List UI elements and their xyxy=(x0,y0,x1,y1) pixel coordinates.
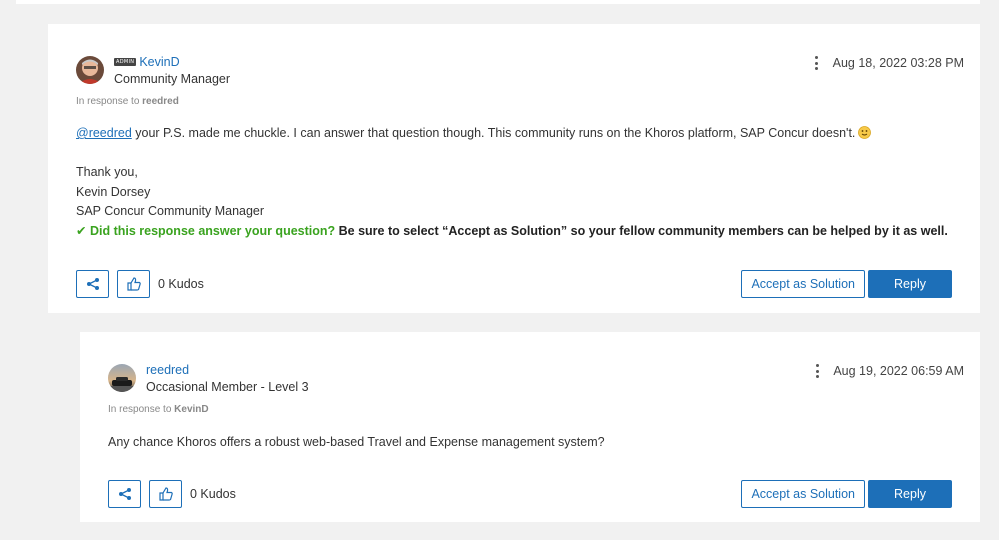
in-response-user[interactable]: KevinD xyxy=(174,404,208,415)
accept-as-solution-button[interactable]: Accept as Solution xyxy=(741,270,865,298)
share-icon xyxy=(118,488,131,500)
smiley-icon xyxy=(858,126,872,139)
share-icon xyxy=(86,278,99,290)
thumbs-up-icon xyxy=(126,277,141,291)
signature-title: SAP Concur Community Manager xyxy=(76,204,265,218)
in-response-user[interactable]: reedred xyxy=(142,96,179,107)
accept-solution-note: ✔ Did this response answer your question… xyxy=(76,223,948,238)
kebab-menu-icon[interactable] xyxy=(811,364,823,378)
post-date: Aug 18, 2022 03:28 PM xyxy=(832,56,964,70)
kudo-button[interactable] xyxy=(117,270,150,298)
admin-badge: ADMIN xyxy=(114,58,137,66)
post-meta: Aug 19, 2022 06:59 AM xyxy=(811,364,964,378)
signoff: Thank you, xyxy=(76,165,138,179)
author-username[interactable]: reedred xyxy=(146,363,189,377)
author-rank: Occasional Member - Level 3 xyxy=(146,380,309,394)
kudo-button[interactable] xyxy=(149,480,182,508)
author-block: reedred Occasional Member - Level 3 xyxy=(146,362,309,394)
kudos-count: 0 Kudos xyxy=(190,487,236,501)
avatar[interactable] xyxy=(108,364,136,392)
author-username[interactable]: KevinD xyxy=(139,55,179,69)
share-button[interactable] xyxy=(76,270,109,298)
thumbs-up-icon xyxy=(158,487,173,501)
author-block: ADMIN KevinD Community Manager xyxy=(114,54,230,86)
checkmark-icon: ✔ xyxy=(76,223,87,238)
post-actions: 0 Kudos xyxy=(108,480,236,508)
in-response-to: In response to reedred xyxy=(76,96,179,107)
top-strip xyxy=(16,0,980,4)
post-right-actions: Accept as Solution Reply xyxy=(741,480,952,508)
reply-post-kevind: ADMIN KevinD Community Manager Aug 18, 2… xyxy=(48,24,980,313)
accept-as-solution-button[interactable]: Accept as Solution xyxy=(741,480,865,508)
author-rank: Community Manager xyxy=(114,72,231,86)
reply-button[interactable]: Reply xyxy=(868,270,952,298)
in-response-to: In response to KevinD xyxy=(108,404,209,415)
post-body: @reedred your P.S. made me chuckle. I ca… xyxy=(76,124,948,241)
post-date: Aug 19, 2022 06:59 AM xyxy=(833,364,964,378)
kudos-count: 0 Kudos xyxy=(158,277,204,291)
post-meta: Aug 18, 2022 03:28 PM xyxy=(811,56,964,70)
post-actions: 0 Kudos xyxy=(76,270,204,298)
avatar[interactable] xyxy=(76,56,104,84)
reply-button[interactable]: Reply xyxy=(868,480,952,508)
post-right-actions: Accept as Solution Reply xyxy=(741,270,952,298)
mention-link[interactable]: @reedred xyxy=(76,126,132,140)
signature-name: Kevin Dorsey xyxy=(76,184,151,199)
post-body: Any chance Khoros offers a robust web-ba… xyxy=(108,435,605,449)
share-button[interactable] xyxy=(108,480,141,508)
kebab-menu-icon[interactable] xyxy=(811,56,823,70)
reply-post-reedred: reedred Occasional Member - Level 3 Aug … xyxy=(80,332,980,522)
